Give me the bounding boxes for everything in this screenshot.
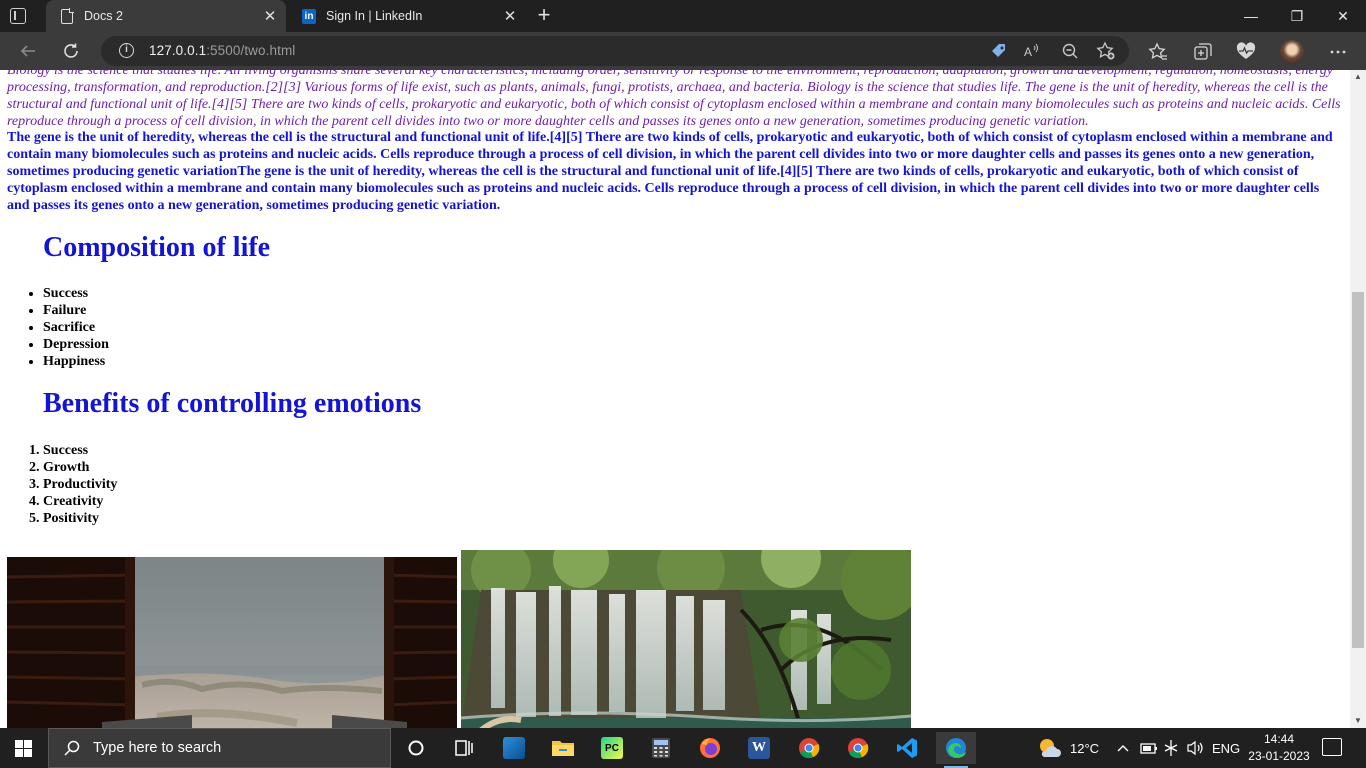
windows-start-icon[interactable] — [15, 740, 32, 757]
benefits-list: Success Growth Productivity Creativity P… — [43, 442, 117, 527]
desktop-app-icon[interactable] — [494, 732, 534, 764]
read-aloud-icon[interactable]: A — [1021, 41, 1041, 61]
taskbar-clock[interactable]: 14:44 23-01-2023 — [1246, 731, 1312, 765]
language-indicator[interactable]: ENG — [1212, 728, 1240, 768]
back-button[interactable] — [14, 37, 42, 65]
refresh-icon — [64, 43, 78, 58]
tab-actions-icon[interactable] — [10, 8, 26, 24]
list-item: Failure — [43, 302, 109, 319]
edge-icon[interactable] — [936, 732, 976, 768]
intro-bold-paragraph: The gene is the unit of heredity, wherea… — [7, 130, 1333, 213]
url-text[interactable]: 127.0.0.1:5500/two.html — [149, 43, 295, 58]
word-icon[interactable]: W — [739, 732, 779, 764]
chrome-icon[interactable] — [789, 732, 829, 764]
vscode-icon[interactable] — [887, 732, 927, 764]
list-item: Success — [43, 442, 117, 459]
svg-text:A: A — [1024, 45, 1032, 59]
linkedin-icon: in — [302, 8, 316, 24]
tab-docs-2[interactable]: Docs 2 ✕ — [46, 0, 286, 32]
search-placeholder: Type here to search — [93, 740, 222, 756]
tab-label: Docs 2 — [84, 9, 123, 23]
list-item: Sacrifice — [43, 319, 109, 336]
weather-widget[interactable]: 12°C — [1038, 728, 1099, 768]
document-icon — [60, 8, 74, 24]
composition-list: Success Failure Sacrifice Depression Hap… — [43, 285, 109, 370]
collections-icon[interactable] — [1192, 41, 1214, 63]
battery-icon[interactable] — [1140, 728, 1158, 768]
pycharm-icon[interactable]: PC — [592, 732, 632, 764]
list-item: Productivity — [43, 476, 117, 493]
intro-italic-paragraph: Biology is the science that studies life… — [7, 70, 1341, 129]
benefits-heading: Benefits of controlling emotions — [43, 388, 422, 419]
profile-avatar[interactable] — [1280, 40, 1304, 64]
browser-toolbar: i 127.0.0.1:5500/two.html A — [0, 32, 1366, 70]
back-arrow-icon — [20, 45, 35, 57]
minimize-button[interactable]: — — [1228, 0, 1274, 32]
task-view-icon[interactable] — [444, 732, 484, 764]
list-item: Success — [43, 285, 109, 302]
page-scrollbar[interactable]: ▲ ▼ — [1350, 70, 1366, 728]
waterfall-image — [461, 550, 911, 728]
tab-linkedin[interactable]: in Sign In | LinkedIn ✕ — [288, 0, 526, 32]
network-icon[interactable] — [1162, 728, 1180, 768]
clock-date: 23-01-2023 — [1248, 749, 1310, 763]
list-item: Creativity — [43, 493, 117, 510]
list-item: Happiness — [43, 353, 109, 370]
page-viewport: Biology is the science that studies life… — [0, 70, 1350, 728]
zoom-out-icon[interactable] — [1060, 41, 1080, 61]
add-favorite-icon[interactable] — [1096, 41, 1116, 61]
close-tab-icon[interactable]: ✕ — [498, 7, 522, 25]
clock-time: 14:44 — [1263, 732, 1295, 746]
favorites-icon[interactable] — [1147, 41, 1169, 63]
list-item: Growth — [43, 459, 117, 476]
weather-cloud-sun-icon — [1040, 739, 1061, 757]
scroll-down-icon[interactable]: ▼ — [1350, 714, 1366, 728]
taskbar-search-box[interactable]: Type here to search — [48, 728, 391, 768]
scrollbar-thumb[interactable] — [1352, 292, 1364, 648]
tab-label: Sign In | LinkedIn — [326, 9, 423, 23]
new-tab-button[interactable]: + — [532, 4, 556, 28]
show-hidden-icons-icon[interactable] — [1116, 728, 1130, 768]
settings-more-icon[interactable] — [1327, 41, 1349, 63]
file-explorer-icon[interactable] — [543, 732, 583, 764]
close-tab-icon[interactable]: ✕ — [258, 7, 282, 25]
chrome-profile-icon[interactable] — [838, 732, 878, 764]
address-bar[interactable]: i 127.0.0.1:5500/two.html A — [101, 36, 1129, 66]
search-icon — [63, 739, 81, 757]
volume-icon[interactable] — [1186, 728, 1204, 768]
beach-doorway-image — [7, 557, 457, 728]
browser-tab-strip: Docs 2 ✕ in Sign In | LinkedIn ✕ + — ❐ ✕ — [0, 0, 1366, 32]
scroll-up-icon[interactable]: ▲ — [1350, 70, 1366, 84]
calculator-icon[interactable] — [641, 732, 681, 764]
weather-temp: 12°C — [1070, 740, 1100, 756]
site-info-icon[interactable]: i — [119, 43, 134, 58]
restore-button[interactable]: ❐ — [1274, 0, 1320, 32]
firefox-icon[interactable] — [690, 732, 730, 764]
cortana-icon[interactable] — [396, 732, 436, 764]
windows-taskbar: Type here to search PC W 12°C ENG 14:44 … — [0, 728, 1366, 768]
refresh-button[interactable] — [57, 37, 85, 65]
browser-essentials-icon[interactable] — [1235, 41, 1257, 63]
list-item: Depression — [43, 336, 109, 353]
close-window-button[interactable]: ✕ — [1320, 0, 1366, 32]
composition-heading: Composition of life — [43, 232, 271, 263]
list-item: Positivity — [43, 510, 117, 527]
coupon-tag-icon[interactable] — [989, 41, 1009, 61]
notification-center-icon[interactable] — [1322, 738, 1342, 756]
